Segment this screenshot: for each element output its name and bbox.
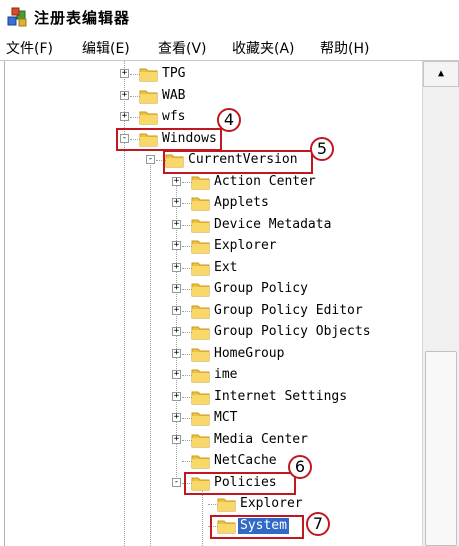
- collapse-icon[interactable]: -: [172, 477, 181, 487]
- tree-node-row[interactable]: Explorer: [5, 494, 423, 515]
- folder-icon: [191, 238, 210, 254]
- expand-icon[interactable]: +: [172, 413, 181, 422]
- expand-icon[interactable]: +: [172, 219, 181, 229]
- title-bar: 注册表编辑器: [0, 0, 459, 34]
- scroll-thumb[interactable]: [425, 351, 457, 546]
- highlight-box: [116, 128, 222, 151]
- folder-icon: [191, 260, 210, 276]
- expand-icon[interactable]: +: [172, 305, 181, 315]
- tree-node-label[interactable]: Internet Settings: [212, 389, 349, 405]
- folder-icon: [191, 324, 210, 340]
- tree-node-row[interactable]: + Group Policy: [5, 279, 423, 300]
- folder-icon: [139, 66, 158, 82]
- highlight-box: [184, 472, 296, 495]
- tree-node-label[interactable]: WAB: [160, 88, 187, 104]
- tree-node-row[interactable]: + HomeGroup: [5, 344, 423, 365]
- tree-node-label[interactable]: Media Center: [212, 432, 310, 448]
- expand-icon[interactable]: +: [172, 370, 181, 379]
- folder-icon: [191, 432, 210, 448]
- tree-node-label[interactable]: Explorer: [238, 496, 305, 512]
- registry-editor-icon: [7, 7, 27, 27]
- tree-node-label[interactable]: Action Center: [212, 174, 318, 190]
- folder-icon: [217, 496, 236, 512]
- folder-icon: [139, 88, 158, 104]
- folder-icon: [191, 217, 210, 233]
- menu-view[interactable]: 查看(V): [158, 38, 207, 58]
- tree-node-row[interactable]: + Device Metadata: [5, 215, 423, 236]
- step-number-badge: 4: [217, 108, 241, 132]
- highlight-box: [210, 515, 304, 539]
- tree-node-label[interactable]: NetCache: [212, 453, 279, 469]
- menu-edit[interactable]: 编辑(E): [82, 38, 130, 58]
- tree-node-row[interactable]: + Explorer: [5, 236, 423, 257]
- tree-node-row[interactable]: + wfs: [5, 107, 423, 128]
- tree-node-label[interactable]: HomeGroup: [212, 346, 286, 362]
- tree-node-row[interactable]: NetCache: [5, 451, 423, 472]
- tree-node-label[interactable]: Group Policy: [212, 281, 310, 297]
- expand-icon[interactable]: +: [172, 262, 181, 272]
- step-number-badge: 6: [288, 455, 312, 479]
- expand-icon[interactable]: +: [172, 176, 181, 186]
- menu-favorites[interactable]: 收藏夹(A): [232, 38, 295, 58]
- folder-icon: [191, 367, 210, 383]
- tree-node-row[interactable]: + Action Center: [5, 172, 423, 193]
- folder-icon: [191, 453, 210, 469]
- tree-node-label[interactable]: wfs: [160, 109, 187, 125]
- menu-help[interactable]: 帮助(H): [320, 38, 369, 58]
- folder-icon: [191, 410, 210, 426]
- tree-node-row[interactable]: + Group Policy Objects: [5, 322, 423, 343]
- expand-icon[interactable]: +: [120, 69, 129, 78]
- tree-node-row[interactable]: + MCT: [5, 408, 423, 429]
- tree-node-label[interactable]: ime: [212, 367, 239, 383]
- tree-node-label[interactable]: Ext: [212, 260, 239, 276]
- expand-icon[interactable]: +: [120, 112, 129, 121]
- highlight-box: [163, 150, 313, 174]
- tree-node-row[interactable]: + Group Policy Editor: [5, 301, 423, 322]
- tree-node-label[interactable]: Group Policy Editor: [212, 303, 365, 319]
- folder-icon: [191, 174, 210, 190]
- expand-icon[interactable]: +: [172, 284, 181, 293]
- tree-node-row[interactable]: + Internet Settings: [5, 387, 423, 408]
- expand-icon[interactable]: +: [172, 198, 181, 207]
- step-number-badge: 5: [310, 137, 334, 161]
- folder-icon: [191, 389, 210, 405]
- step-number-badge: 7: [306, 512, 330, 536]
- menu-bar: 文件(F) 编辑(E) 查看(V) 收藏夹(A) 帮助(H): [0, 34, 459, 61]
- expand-icon[interactable]: +: [120, 90, 129, 100]
- tree-node-row[interactable]: + WAB: [5, 86, 423, 107]
- scroll-up-button[interactable]: ▲: [423, 61, 459, 87]
- folder-icon: [191, 346, 210, 362]
- expand-icon[interactable]: +: [172, 327, 181, 336]
- tree-node-label[interactable]: Explorer: [212, 238, 279, 254]
- expand-icon[interactable]: +: [172, 241, 181, 250]
- folder-icon: [191, 303, 210, 319]
- expand-icon[interactable]: +: [172, 391, 181, 401]
- tree-node-row[interactable]: + Media Center: [5, 430, 423, 451]
- folder-icon: [191, 195, 210, 211]
- expand-icon[interactable]: +: [172, 434, 181, 444]
- menu-file[interactable]: 文件(F): [6, 38, 53, 58]
- tree-node-label[interactable]: Group Policy Objects: [212, 324, 373, 340]
- tree-node-label[interactable]: MCT: [212, 410, 239, 426]
- tree-node-label[interactable]: TPG: [160, 66, 187, 82]
- folder-icon: [139, 109, 158, 125]
- expand-icon[interactable]: +: [172, 348, 181, 358]
- tree-node-row[interactable]: + TPG: [5, 64, 423, 85]
- tree-node-row[interactable]: + Applets: [5, 193, 423, 214]
- folder-icon: [191, 281, 210, 297]
- tree-node-label[interactable]: Device Metadata: [212, 217, 333, 233]
- tree-node-row[interactable]: + Ext: [5, 258, 423, 279]
- vertical-scrollbar[interactable]: ▲: [422, 61, 459, 546]
- collapse-icon[interactable]: -: [146, 155, 155, 164]
- window-title: 注册表编辑器: [34, 9, 131, 27]
- tree-node-label[interactable]: Applets: [212, 195, 271, 211]
- tree-node-row[interactable]: + ime: [5, 365, 423, 386]
